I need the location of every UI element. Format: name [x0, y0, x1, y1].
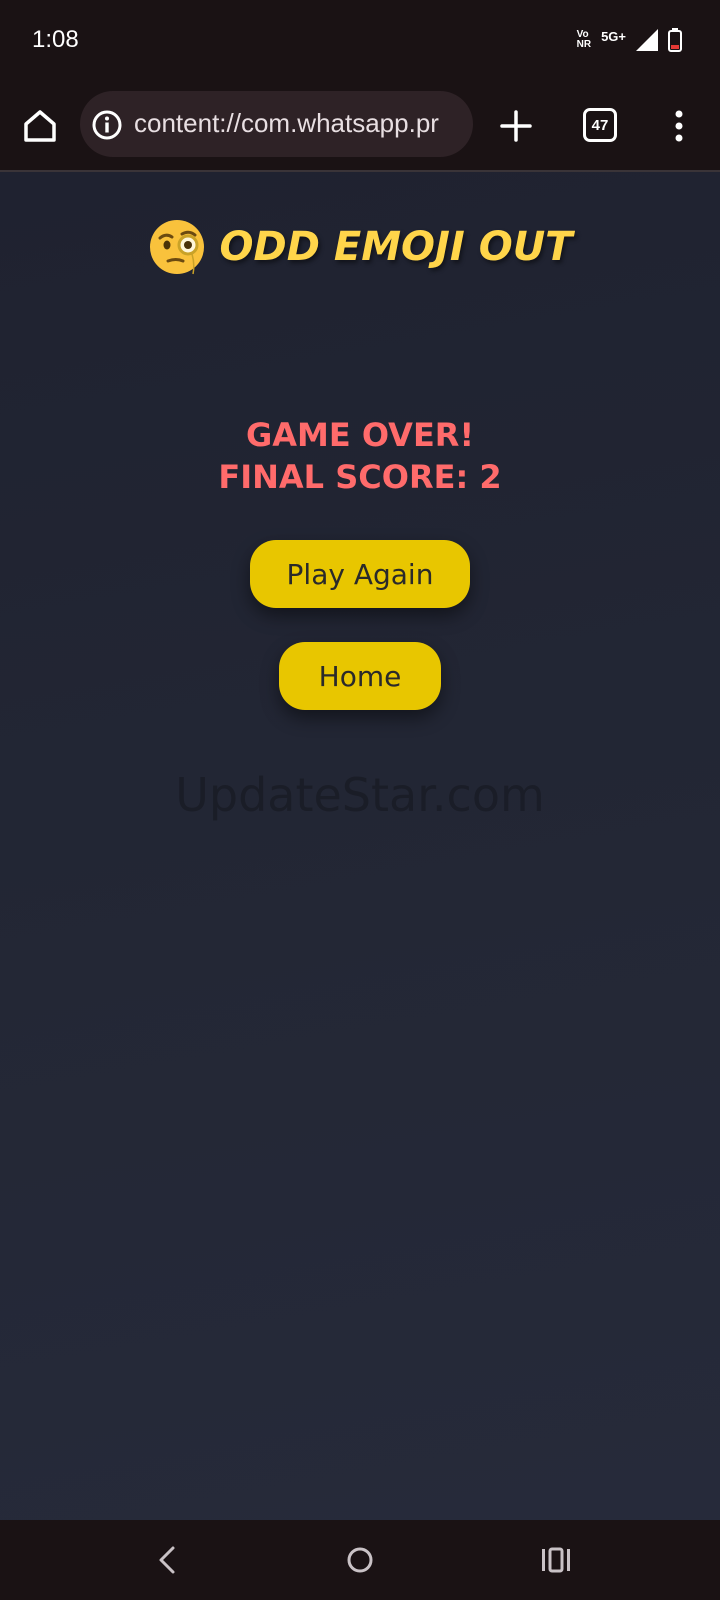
more-menu-icon[interactable]: [664, 106, 694, 146]
system-nav-bar: [0, 1520, 720, 1600]
home-button[interactable]: Home: [279, 642, 441, 710]
tab-switcher-button[interactable]: 47: [583, 108, 617, 142]
play-again-button[interactable]: Play Again: [250, 540, 470, 608]
url-text[interactable]: content://com.whatsapp.pr: [134, 108, 439, 139]
game-result: Game Over! Final Score: 2: [0, 414, 720, 498]
final-score-text: Final Score: 2: [218, 458, 502, 496]
new-tab-icon[interactable]: [496, 106, 536, 146]
recents-icon[interactable]: [536, 1540, 576, 1580]
network-type: 5G+: [601, 28, 626, 44]
battery-icon: [668, 28, 682, 52]
volte-indicator: Vo NR: [576, 29, 592, 50]
game-over-text: Game Over!: [245, 416, 475, 454]
monocle-face-icon: [149, 220, 204, 275]
status-icons: Vo NR 5G+: [577, 28, 682, 52]
info-icon[interactable]: [92, 110, 122, 140]
address-bar[interactable]: content://com.whatsapp.pr: [80, 91, 473, 157]
home-icon[interactable]: [20, 106, 60, 146]
browser-toolbar: content://com.whatsapp.pr 47: [0, 84, 720, 172]
game-header: Odd Emoji Out: [0, 218, 720, 276]
status-time: 1:08: [32, 26, 79, 53]
status-bar: 1:08 Vo NR 5G+: [0, 0, 720, 84]
game-title: Odd Emoji Out: [219, 224, 573, 270]
watermark: UpdateStar.com: [175, 768, 545, 822]
home-nav-icon[interactable]: [340, 1540, 380, 1580]
signal-icon: [636, 29, 658, 51]
back-icon[interactable]: [148, 1540, 188, 1580]
game-page: Odd Emoji Out Game Over! Final Score: 2 …: [0, 172, 720, 1520]
